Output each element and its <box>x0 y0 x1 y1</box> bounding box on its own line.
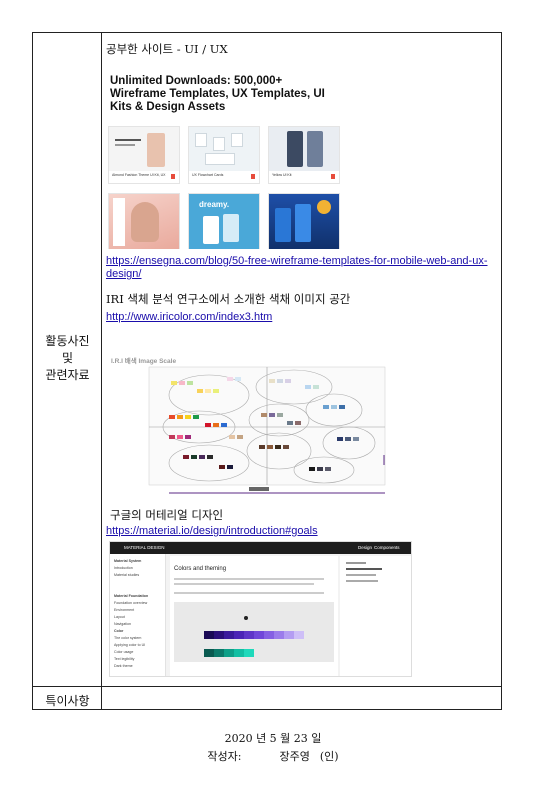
template-caption: Yellow UI Kit <box>272 173 292 177</box>
sidebar-item[interactable]: Dark theme <box>110 663 165 670</box>
seal-mark: (인) <box>319 750 339 763</box>
sidebar-item[interactable]: Material Foundation <box>110 593 165 600</box>
template-thumbnail <box>109 127 179 171</box>
sidebar-item[interactable]: Layout <box>110 614 165 621</box>
document-writer: 작성자: 장주영 (인) <box>0 749 546 764</box>
material-sidebar: Material System Introduction Material st… <box>110 554 166 676</box>
palette-swatch <box>234 649 244 657</box>
template-tile: dreamy. <box>188 193 260 249</box>
download-icon[interactable] <box>331 174 335 179</box>
template-caption: UX Flowchart Cards <box>192 173 224 177</box>
sidebar-item[interactable]: Material System <box>110 558 165 565</box>
uiux-link[interactable]: https://ensegna.com/blog/50-free-wirefra… <box>106 255 499 281</box>
tile-brand: dreamy. <box>199 200 230 209</box>
sidebar-item[interactable]: Navigation <box>110 621 165 628</box>
palette-swatch <box>264 631 274 639</box>
palette-swatch <box>204 631 214 639</box>
material-nav-design[interactable]: Design <box>358 545 372 550</box>
label-line-3: 관련자료 <box>45 368 90 382</box>
palette-panel <box>174 602 334 662</box>
template-tile: UX Flowchart Cards <box>188 126 260 184</box>
document-date: 2020 년 5 월 23 일 <box>224 732 322 745</box>
material-main-title: Colors and theming <box>174 566 227 572</box>
palette-swatch <box>234 631 244 639</box>
material-main: Colors and theming <box>170 556 338 676</box>
activity-photo-label: 활동사진 및 관련자료 <box>33 333 102 384</box>
template-thumbnail: dreamy. <box>189 194 259 249</box>
template-tile: Almond Fashion Theme UI Kit, UX <box>108 126 180 184</box>
sidebar-item[interactable]: Applying color to UI <box>110 642 165 649</box>
palette-swatch <box>244 649 254 657</box>
template-tile <box>268 193 340 249</box>
sidebar-item[interactable]: Foundation overview <box>110 600 165 607</box>
uiux-section-title: 공부한 사이트 - UI / UX <box>106 42 228 56</box>
iri-link[interactable]: http://www.iricolor.com/index3.htm <box>106 311 272 324</box>
template-tile: Yellow UI Kit <box>268 126 340 184</box>
palette-swatch <box>254 631 264 639</box>
material-link[interactable]: https://material.io/design/introduction#… <box>106 525 318 538</box>
material-right-column <box>340 556 411 676</box>
sidebar-item[interactable]: The color system <box>110 635 165 642</box>
palette-swatch <box>244 631 254 639</box>
download-icon[interactable] <box>171 174 175 179</box>
sidebar-item[interactable]: Environment <box>110 607 165 614</box>
palette-swatch <box>204 649 214 657</box>
template-thumbnail <box>109 194 179 249</box>
template-caption: Almond Fashion Theme UI Kit, UX <box>112 173 166 177</box>
palette-swatch <box>214 631 224 639</box>
material-nav-components[interactable]: Components <box>374 545 400 550</box>
download-icon[interactable] <box>251 174 255 179</box>
palette-swatch <box>284 631 294 639</box>
sidebar-item[interactable]: Color usage <box>110 649 165 656</box>
row-divider <box>33 686 501 687</box>
palette-swatch <box>224 649 234 657</box>
iri-image-title: I.R.I 배색 Image Scale <box>111 358 177 365</box>
material-screenshot: MATERIAL DESIGN Design Components Materi… <box>109 541 412 677</box>
label-line-2: 및 <box>61 351 74 365</box>
material-section-title: 구글의 머테리얼 디자인 <box>110 508 224 522</box>
palette-swatch <box>214 649 224 657</box>
template-thumbnail <box>189 127 259 171</box>
template-thumbnail <box>269 194 339 249</box>
label-line-1: 활동사진 <box>45 334 90 348</box>
sidebar-item[interactable]: Material studies <box>110 572 165 579</box>
color-scale-diagram <box>148 366 386 494</box>
uiux-screenshot: Unlimited Downloads: 500,000+ Wireframe … <box>106 71 342 249</box>
template-tile <box>108 193 180 249</box>
iri-section-title: IRI 색체 분석 연구소에서 소개한 색채 이미지 공간 <box>106 292 351 306</box>
sidebar-item[interactable]: Color <box>110 628 165 635</box>
palette-swatch <box>294 631 304 639</box>
material-topbar: MATERIAL DESIGN Design Components <box>110 542 411 554</box>
template-thumbnail <box>269 127 339 171</box>
material-logo-text: MATERIAL DESIGN <box>124 545 165 550</box>
sidebar-item[interactable]: Text legibility <box>110 656 165 663</box>
uiux-screenshot-heading: Unlimited Downloads: 500,000+ Wireframe … <box>110 75 325 113</box>
writer-name: 장주영 <box>279 750 310 763</box>
sidebar-item[interactable]: Introduction <box>110 565 165 572</box>
iri-image-scale: I.R.I 배색 Image Scale <box>109 355 404 497</box>
writer-label: 작성자: <box>207 750 242 763</box>
palette-swatch <box>224 631 234 639</box>
activity-table: 활동사진 및 관련자료 특이사항 공부한 사이트 - UI / UX Unlim… <box>32 32 502 710</box>
special-notes-label: 특이사항 <box>45 694 90 708</box>
palette-swatch <box>274 631 284 639</box>
